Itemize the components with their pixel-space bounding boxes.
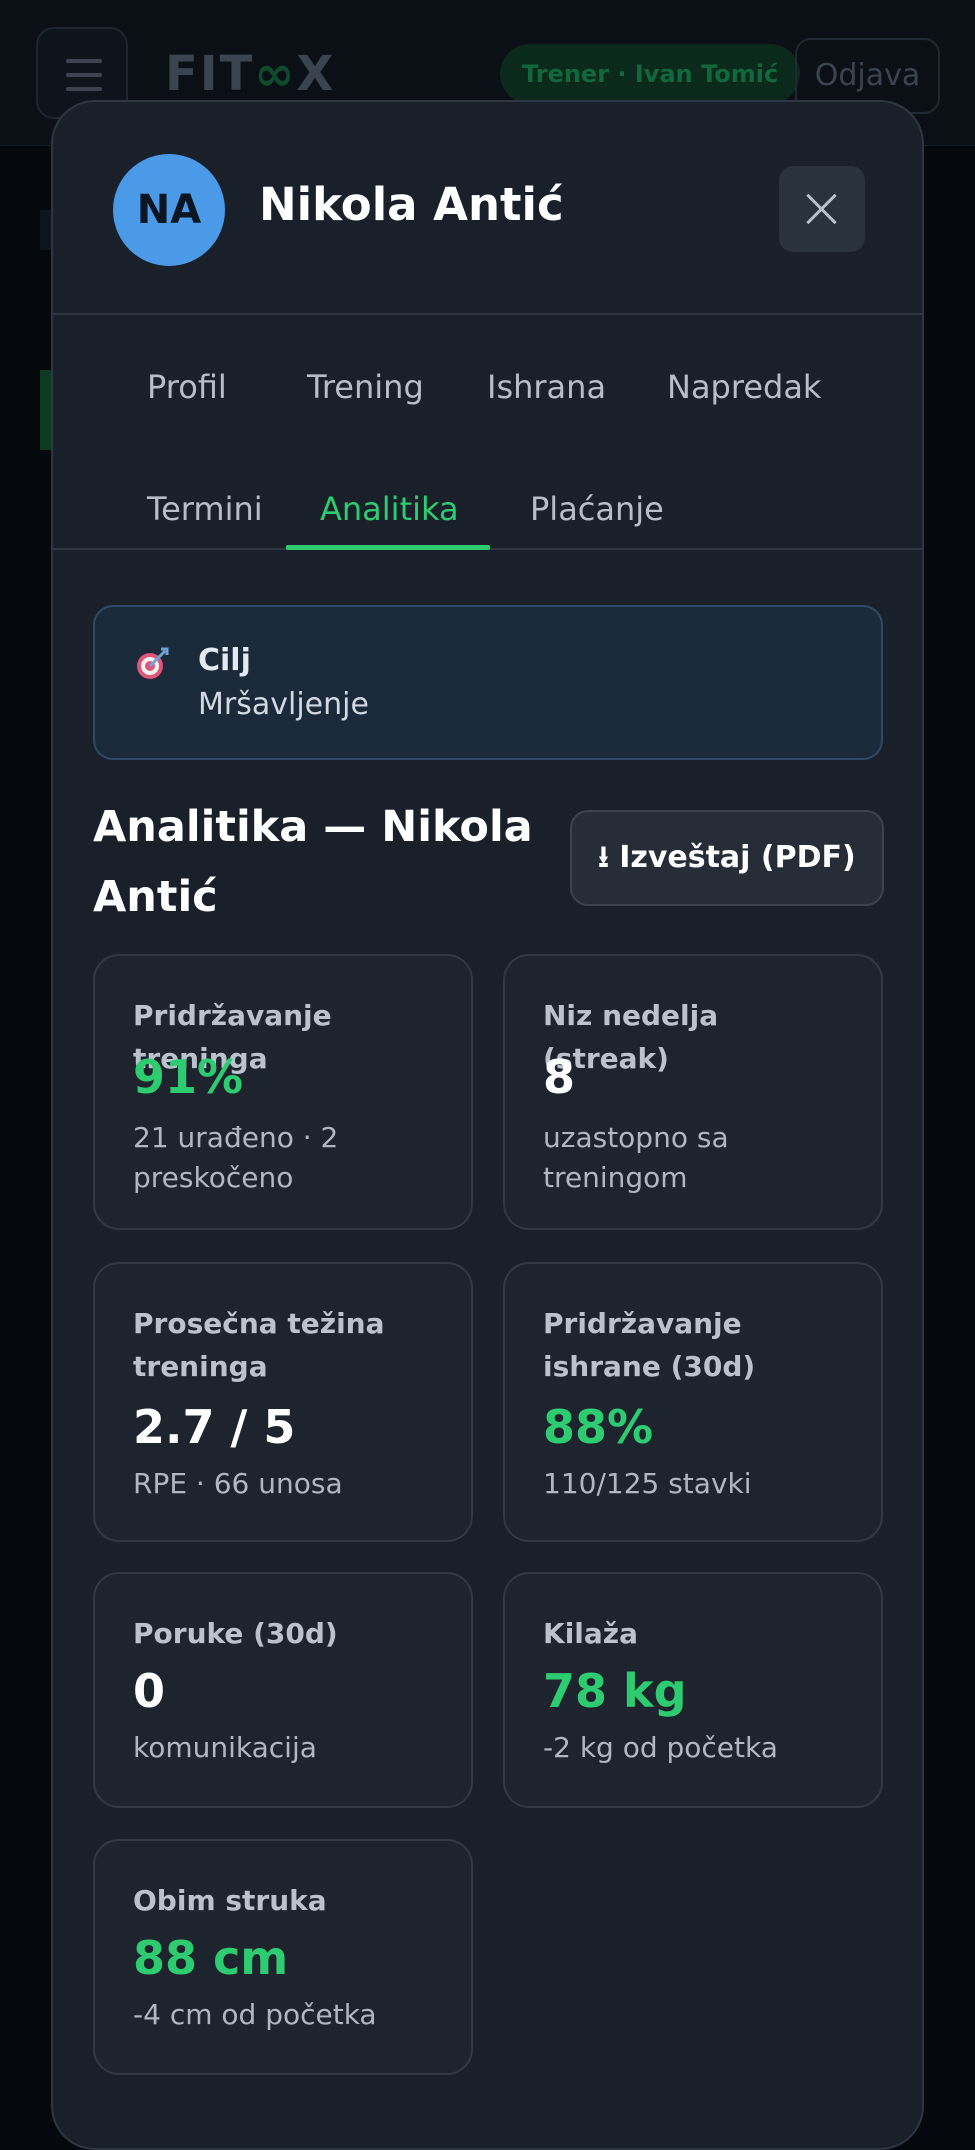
stat-value: 8	[543, 1050, 576, 1104]
stat-card-nutrition-adherence: Pridržavanje ishrane (30d) 88% 110/125 s…	[503, 1262, 883, 1542]
tab-analitika[interactable]: Analitika	[286, 479, 493, 539]
client-modal: NA Nikola Antić Profil Trening Ishrana N…	[51, 100, 924, 2150]
stat-value: 88 cm	[133, 1931, 289, 1985]
stat-value: 0	[133, 1664, 166, 1718]
tab-placanje[interactable]: Plaćanje	[496, 479, 698, 539]
trainer-badge: Trener · Ivan Tomić	[500, 44, 801, 104]
stat-card-workout-adherence: Pridržavanje treninga 91% 21 urađeno · 2…	[93, 954, 473, 1230]
stat-subtext: -4 cm od početka	[133, 1998, 377, 2031]
stat-subtext: -2 kg od početka	[543, 1731, 778, 1764]
section-title: Analitika — Nikola Antić	[93, 802, 533, 922]
logo-text-left: FIT	[165, 46, 255, 102]
client-name: Nikola Antić	[259, 178, 564, 231]
app-logo: FIT∞X	[165, 46, 335, 102]
tab-napredak[interactable]: Napredak	[633, 357, 855, 417]
stat-value: 88%	[543, 1400, 654, 1454]
logo-infinity: ∞	[254, 46, 297, 102]
stat-subtext: uzastopno sa treningom	[543, 1121, 729, 1194]
stat-value: 2.7 / 5	[133, 1400, 296, 1454]
tab-trening[interactable]: Trening	[273, 357, 458, 417]
tab-profil[interactable]: Profil	[113, 357, 261, 417]
avatar: NA	[113, 154, 225, 266]
stat-label: Poruke (30d)	[133, 1617, 338, 1650]
stat-label: Niz nedelja (streak)	[543, 999, 719, 1075]
menu-icon-bar	[66, 87, 102, 91]
tab-bar: Profil Trening Ishrana Napredak Termini …	[53, 315, 922, 550]
stat-card-messages: Poruke (30d) 0 komunikacija	[93, 1572, 473, 1808]
stat-card-avg-intensity: Prosečna težina treninga 2.7 / 5 RPE · 6…	[93, 1262, 473, 1542]
menu-icon-bar	[66, 73, 102, 77]
modal-header: NA Nikola Antić	[53, 102, 922, 315]
stat-subtext: RPE · 66 unosa	[133, 1467, 343, 1500]
stat-label: Pridržavanje ishrane (30d)	[543, 1307, 756, 1383]
stat-card-waist: Obim struka 88 cm -4 cm od početka	[93, 1839, 473, 2075]
goal-title: Cilj	[198, 643, 251, 678]
stat-label: Obim struka	[133, 1884, 327, 1917]
stat-card-weight: Kilaža 78 kg -2 kg od početka	[503, 1572, 883, 1808]
close-button[interactable]	[779, 166, 865, 252]
menu-icon	[66, 59, 102, 63]
target-icon	[137, 647, 169, 679]
stat-value: 91%	[133, 1050, 244, 1104]
goal-value: Mršavljenje	[198, 687, 369, 722]
report-pdf-button[interactable]: ⭳ Izveštaj (PDF)	[570, 810, 884, 906]
stat-card-streak: Niz nedelja (streak) 8 uzastopno sa tren…	[503, 954, 883, 1230]
stat-subtext: 110/125 stavki	[543, 1467, 752, 1500]
tab-ishrana[interactable]: Ishrana	[453, 357, 640, 417]
stat-subtext: komunikacija	[133, 1731, 317, 1764]
logo-text-right: X	[296, 46, 336, 102]
active-tab-indicator	[286, 545, 490, 550]
stat-label: Kilaža	[543, 1617, 638, 1650]
tab-termini[interactable]: Termini	[113, 479, 297, 539]
stat-subtext: 21 urađeno · 2 preskočeno	[133, 1121, 339, 1194]
goal-panel: Cilj Mršavljenje	[93, 605, 883, 760]
stat-value: 78 kg	[543, 1664, 687, 1718]
stat-label: Prosečna težina treninga	[133, 1307, 385, 1383]
